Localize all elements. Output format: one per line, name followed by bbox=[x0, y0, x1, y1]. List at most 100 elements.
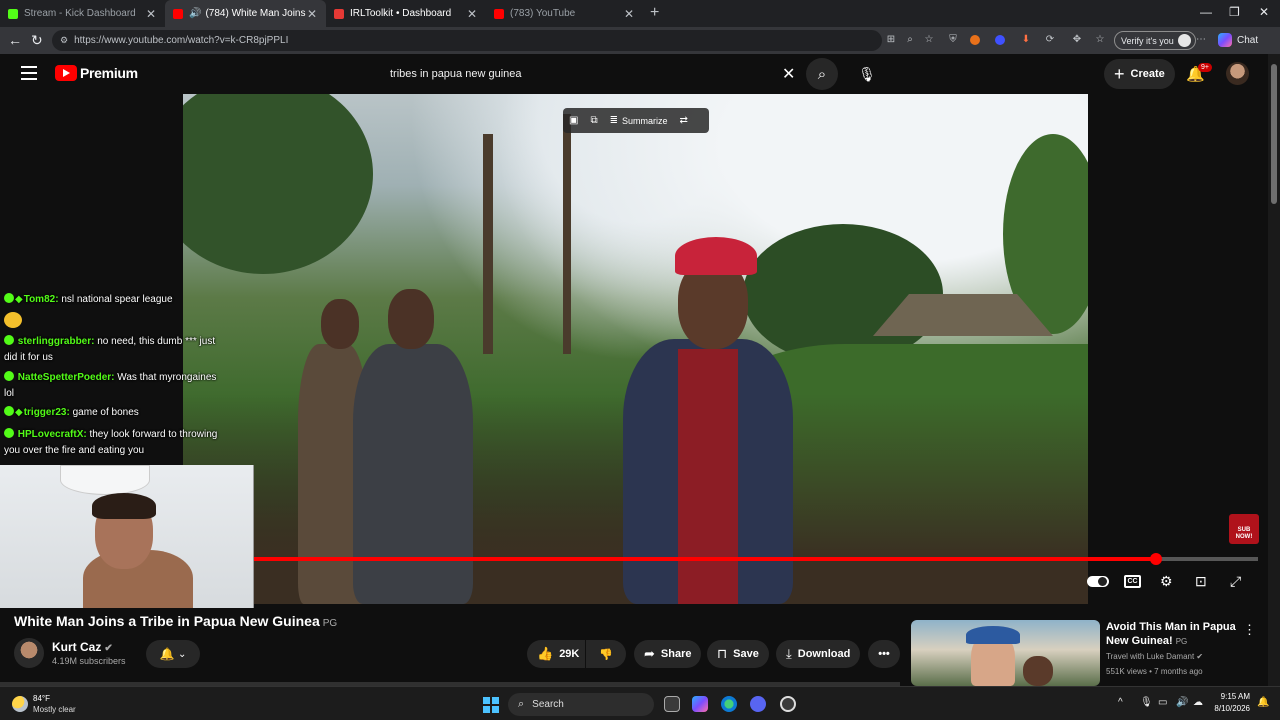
clear-search-icon[interactable]: ✕ bbox=[782, 64, 795, 84]
speaker-icon[interactable]: 🔊 bbox=[189, 8, 201, 19]
like-button[interactable]: 👍 29K bbox=[527, 640, 585, 668]
save-button[interactable]: ⊓ Save bbox=[707, 640, 769, 668]
zoom-icon[interactable]: ⌕ bbox=[903, 33, 917, 47]
tab-youtube-home[interactable]: (783) YouTube ✕ bbox=[486, 0, 643, 27]
diamond-badge-icon: ◆ bbox=[15, 407, 23, 418]
scene-red-shirt bbox=[678, 349, 738, 604]
recommended-channel-text: Travel with Luke Damant bbox=[1106, 652, 1195, 661]
more-menu-icon[interactable]: ⋯ bbox=[1194, 33, 1208, 47]
create-button[interactable]: + Create bbox=[1104, 59, 1175, 89]
download-button[interactable]: ⤓ Download bbox=[776, 640, 861, 668]
share-button[interactable]: ➦ Share bbox=[634, 640, 702, 668]
recommended-channel[interactable]: Travel with Luke Damant ✔ bbox=[1106, 652, 1203, 661]
tab-kick-dashboard[interactable]: Stream - Kick Dashboard ✕ bbox=[0, 0, 165, 27]
new-tab-button[interactable]: + bbox=[650, 4, 659, 22]
reload-icon[interactable]: ↻ bbox=[31, 32, 43, 49]
scene-person bbox=[353, 344, 473, 604]
thumbs-down-icon: 👎 bbox=[599, 648, 613, 661]
edge-browser-icon[interactable] bbox=[721, 696, 737, 712]
bookmark-icon: ⊓ bbox=[717, 646, 728, 661]
tab-irltoolkit[interactable]: IRLToolkit • Dashboard ✕ bbox=[326, 0, 486, 27]
video-player[interactable]: ▣ ⧉ ≣ Summarize ⇄ bbox=[183, 94, 1088, 604]
chat-username: NatteSpetterPoeder: bbox=[17, 372, 115, 383]
subscription-notification-button[interactable]: 🔔 ⌄ bbox=[146, 640, 200, 668]
extension-download-icon[interactable]: ⬇ bbox=[1019, 33, 1033, 47]
site-info-icon[interactable]: ⚙ bbox=[60, 35, 68, 46]
scrubber-handle[interactable] bbox=[1149, 553, 1162, 565]
page-scrollbar[interactable] bbox=[1268, 54, 1280, 686]
more-horizontal-icon: ••• bbox=[878, 648, 890, 660]
cloud-tray-icon[interactable]: ☁ bbox=[1193, 697, 1203, 708]
rating-badge: PG bbox=[322, 618, 338, 629]
voice-search-button[interactable]: 🎙 bbox=[851, 58, 883, 90]
minimize-icon[interactable]: — bbox=[1200, 5, 1212, 19]
scrollbar-thumb[interactable] bbox=[1271, 64, 1277, 204]
cast-icon[interactable]: ⧉ bbox=[590, 115, 597, 126]
dislike-button[interactable]: 👎 bbox=[586, 640, 626, 668]
copilot-app-icon[interactable] bbox=[692, 696, 708, 712]
favorites-icon[interactable]: ☆ bbox=[1093, 33, 1107, 47]
search-input[interactable]: tribes in papua new guinea bbox=[380, 60, 805, 88]
recommended-thumbnail[interactable] bbox=[911, 620, 1100, 686]
more-actions-button[interactable]: ••• bbox=[868, 640, 900, 668]
close-tab-icon[interactable]: ✕ bbox=[145, 7, 157, 21]
translate-icon[interactable]: ⇄ bbox=[680, 115, 688, 126]
clock-date[interactable]: 8/10/2026 bbox=[1212, 704, 1250, 713]
progress-bar[interactable] bbox=[254, 553, 1258, 565]
refresh-extension-icon[interactable]: ⟳ bbox=[1043, 33, 1057, 47]
profile-avatar-icon bbox=[1177, 34, 1191, 47]
close-tab-icon[interactable]: ✕ bbox=[623, 7, 635, 21]
subscribe-watermark[interactable]: SUB NOW! bbox=[1229, 514, 1259, 544]
scene-trunk bbox=[483, 134, 493, 354]
translate-icon[interactable]: ⊞ bbox=[884, 33, 898, 47]
captions-button[interactable]: CC bbox=[1124, 575, 1141, 588]
bookmark-star-icon[interactable]: ☆ bbox=[922, 33, 936, 47]
taskbar-search-box[interactable]: ⌕ Search bbox=[508, 693, 654, 716]
autoplay-toggle[interactable] bbox=[1087, 576, 1109, 587]
task-view-icon[interactable] bbox=[664, 696, 680, 712]
display-tray-icon[interactable]: ▭ bbox=[1158, 697, 1167, 708]
webcam-overlay bbox=[0, 465, 254, 608]
more-vertical-icon[interactable]: ⋮ bbox=[1243, 622, 1256, 638]
thumbs-up-icon: 👍 bbox=[537, 646, 554, 661]
close-tab-icon[interactable]: ✕ bbox=[466, 7, 478, 21]
close-window-icon[interactable]: ✕ bbox=[1259, 5, 1269, 19]
account-avatar[interactable] bbox=[1226, 62, 1249, 85]
copilot-chat-button[interactable]: Chat bbox=[1218, 33, 1258, 47]
chat-message: ◆trigger23: game of bones bbox=[4, 405, 219, 421]
extension-orange-icon[interactable] bbox=[970, 35, 980, 45]
weather-icon[interactable] bbox=[12, 696, 28, 712]
microphone-tray-icon[interactable]: 🎙 bbox=[1140, 697, 1153, 708]
microphone-icon: 🎙 bbox=[858, 65, 876, 82]
channel-name-text: Kurt Caz bbox=[52, 640, 102, 654]
verify-label: Verify it's you bbox=[1121, 35, 1174, 46]
menu-icon[interactable] bbox=[21, 66, 37, 80]
picture-in-picture-icon[interactable]: ▣ bbox=[569, 115, 578, 126]
notification-center-icon[interactable]: 🔔 bbox=[1257, 697, 1269, 708]
recommended-title[interactable]: Avoid This Man in Papua New Guinea! PG bbox=[1106, 620, 1236, 649]
chat-message: sterlinggrabber: no need, this dumb *** … bbox=[4, 334, 219, 366]
fullscreen-icon[interactable]: ⤢ bbox=[1230, 573, 1241, 590]
address-bar[interactable]: ⚙ https://www.youtube.com/watch?v=k-CR8p… bbox=[52, 30, 882, 51]
tab-youtube-video[interactable]: 🔊 (784) White Man Joins a Tribe ✕ bbox=[165, 0, 326, 27]
channel-name[interactable]: Kurt Caz ✔ bbox=[52, 640, 113, 654]
miniplayer-icon[interactable]: ⊡ bbox=[1195, 573, 1207, 590]
profile-verify-button[interactable]: Verify it's you bbox=[1114, 31, 1196, 50]
search-button[interactable]: ⌕ bbox=[806, 58, 838, 90]
volume-icon[interactable]: 🔊 bbox=[1176, 697, 1188, 708]
clock-time[interactable]: 9:15 AM bbox=[1220, 692, 1250, 701]
discord-icon[interactable] bbox=[750, 696, 766, 712]
show-hidden-icons-icon[interactable]: ^ bbox=[1118, 697, 1123, 708]
restore-icon[interactable]: ❐ bbox=[1229, 5, 1240, 19]
extension-blue-icon[interactable] bbox=[995, 35, 1005, 45]
back-icon[interactable]: ← bbox=[8, 32, 22, 48]
summarize-button[interactable]: Summarize bbox=[622, 116, 668, 126]
settings-gear-icon[interactable]: ⚙ bbox=[1160, 573, 1173, 590]
youtube-logo[interactable]: Premium bbox=[55, 65, 138, 81]
extension-shield-icon[interactable]: ⛨ bbox=[946, 33, 960, 47]
channel-avatar[interactable] bbox=[14, 638, 44, 668]
obs-icon[interactable] bbox=[780, 696, 796, 712]
windows-start-icon[interactable] bbox=[483, 697, 499, 713]
close-tab-icon[interactable]: ✕ bbox=[306, 7, 318, 21]
extensions-puzzle-icon[interactable]: ✥ bbox=[1070, 33, 1084, 47]
